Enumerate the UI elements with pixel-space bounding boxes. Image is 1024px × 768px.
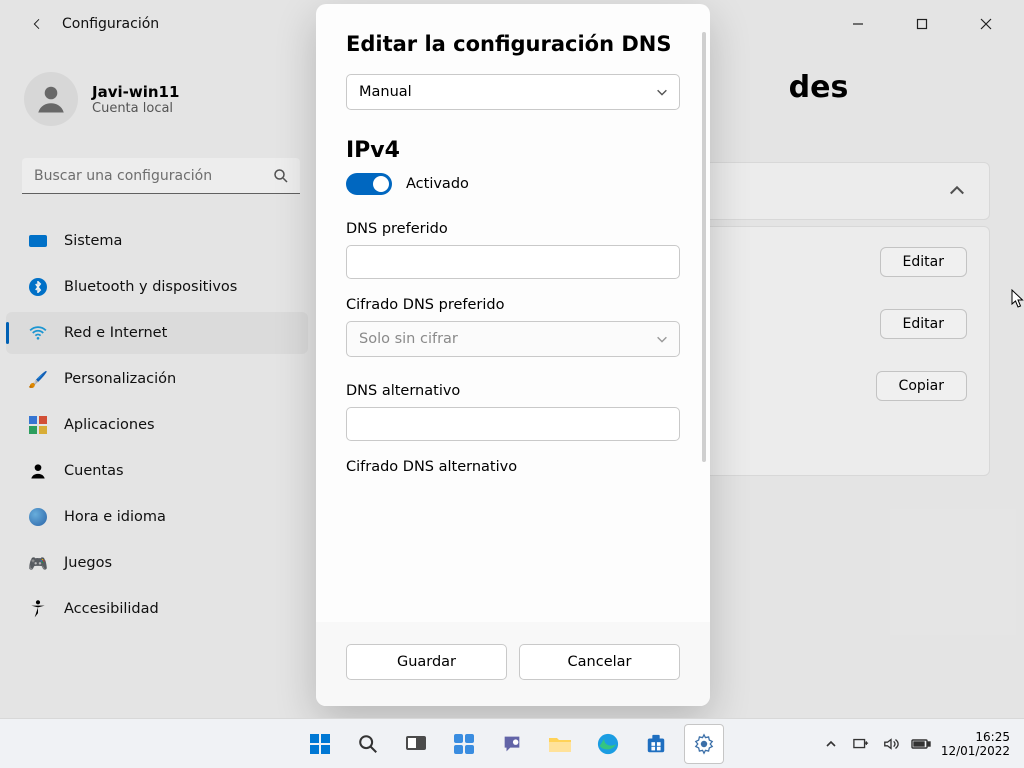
chevron-down-icon (655, 85, 669, 103)
save-button[interactable]: Guardar (346, 644, 507, 680)
dialog-title: Editar la configuración DNS (346, 32, 680, 56)
system-tray: 16:25 12/01/2022 (821, 730, 1024, 758)
clock-date: 12/01/2022 (941, 744, 1010, 758)
settings-app[interactable] (684, 724, 724, 764)
cancel-button[interactable]: Cancelar (519, 644, 680, 680)
start-button[interactable] (300, 724, 340, 764)
taskbar-center (300, 724, 724, 764)
mode-select-value: Manual (359, 84, 412, 100)
scrollbar[interactable] (702, 32, 706, 462)
volume-tray-icon[interactable] (881, 734, 901, 754)
ipv4-toggle[interactable] (346, 173, 392, 195)
preferred-dns-enc-label: Cifrado DNS preferido (346, 297, 680, 313)
preferred-dns-enc-select[interactable]: Solo sin cifrar (346, 321, 680, 357)
preferred-dns-label: DNS preferido (346, 221, 680, 237)
task-view[interactable] (396, 724, 436, 764)
tray-overflow[interactable] (821, 734, 841, 754)
alternate-dns-label: DNS alternativo (346, 383, 680, 399)
microsoft-store[interactable] (636, 724, 676, 764)
taskbar: 16:25 12/01/2022 (0, 718, 1024, 768)
network-tray-icon[interactable] (851, 734, 871, 754)
alternate-dns-input[interactable] (346, 407, 680, 441)
preferred-dns-input[interactable] (346, 245, 680, 279)
widgets-button[interactable] (444, 724, 484, 764)
chevron-down-icon (655, 332, 669, 350)
file-explorer[interactable] (540, 724, 580, 764)
battery-tray-icon[interactable] (911, 734, 931, 754)
taskbar-search[interactable] (348, 724, 388, 764)
clock-time: 16:25 (941, 730, 1010, 744)
clock[interactable]: 16:25 12/01/2022 (941, 730, 1010, 758)
settings-window: Configuración Javi-win11 Cuenta local (0, 0, 1024, 768)
chat-button[interactable] (492, 724, 532, 764)
ipv4-heading: IPv4 (346, 138, 680, 163)
dns-dialog: Editar la configuración DNS Manual IPv4 … (316, 4, 710, 706)
alternate-dns-enc-label: Cifrado DNS alternativo (346, 459, 680, 475)
edge-browser[interactable] (588, 724, 628, 764)
dialog-footer: Guardar Cancelar (316, 622, 710, 706)
toggle-label: Activado (406, 176, 469, 192)
mode-select[interactable]: Manual (346, 74, 680, 110)
preferred-enc-value: Solo sin cifrar (359, 331, 458, 347)
